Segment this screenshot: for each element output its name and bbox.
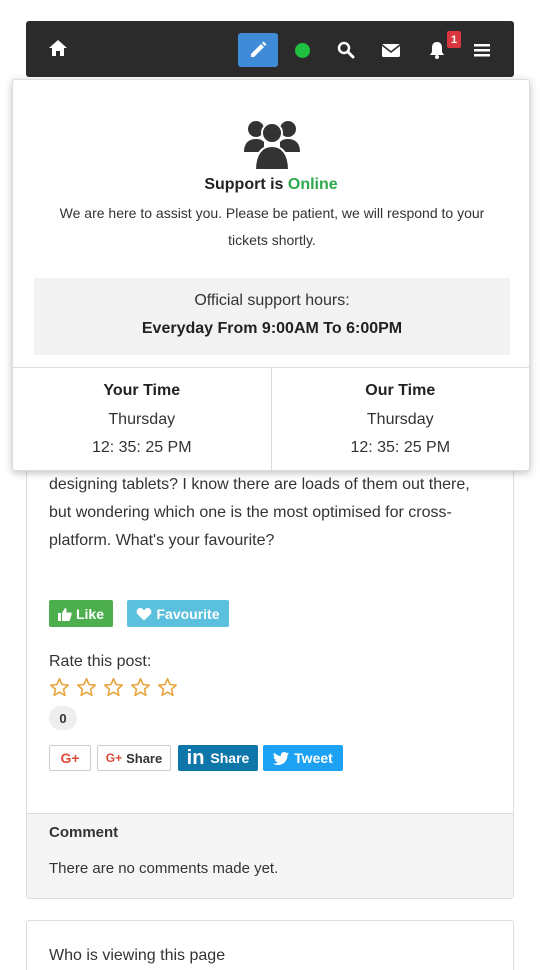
our-time-day: Thursday: [366, 411, 434, 428]
search-icon: [337, 41, 355, 59]
google-plus-button[interactable]: G+: [49, 745, 91, 771]
support-hours-value: Everyday From 9:00AM To 6:00PM: [141, 320, 403, 337]
menu-button[interactable]: [472, 33, 492, 67]
star-icon[interactable]: [157, 677, 178, 698]
notifications-button[interactable]: [426, 33, 448, 67]
support-status-popup: Support is Online We are here to assist …: [12, 79, 530, 471]
notification-badge: 1: [447, 31, 461, 48]
linkedin-share-label: Share: [210, 750, 250, 766]
favourite-label: Favourite: [156, 605, 220, 622]
your-time-day: Thursday: [108, 411, 176, 428]
home-icon[interactable]: [48, 38, 70, 60]
messages-button[interactable]: [380, 33, 402, 67]
like-label: Like: [75, 605, 104, 622]
users-group-icon: [244, 121, 300, 170]
your-time-clock: 12: 35: 25 PM: [91, 439, 192, 456]
who-is-viewing-title: Who is viewing this page: [49, 947, 226, 964]
top-navbar: 1: [26, 21, 514, 77]
star-icon[interactable]: [76, 677, 97, 698]
like-button[interactable]: Like: [49, 600, 113, 627]
post-body: designing tablets? I know there are load…: [49, 476, 470, 549]
time-comparison: Your Time Thursday 12: 35: 25 PM Our Tim…: [13, 367, 529, 471]
thumbs-up-icon: [57, 607, 72, 621]
support-hours-label: Official support hours:: [194, 292, 350, 309]
heart-icon: [137, 607, 152, 620]
who-is-viewing-card: Who is viewing this page: [26, 920, 514, 970]
post-card: designing tablets? I know there are load…: [26, 440, 514, 899]
no-comments-text: There are no comments made yet.: [49, 860, 279, 877]
support-message: We are here to assist you. Please be pat…: [59, 205, 485, 248]
star-icon[interactable]: [49, 677, 70, 698]
pencil-icon: [251, 41, 267, 57]
linkedin-icon: in: [186, 746, 205, 769]
star-icon[interactable]: [103, 677, 124, 698]
tweet-button[interactable]: Tweet: [263, 745, 343, 771]
your-time-column: Your Time Thursday 12: 35: 25 PM: [13, 368, 271, 471]
comment-title: Comment: [49, 824, 119, 841]
support-status-heading: Support is Online: [13, 176, 529, 194]
google-share-label: Share: [126, 750, 163, 766]
rate-label: Rate this post:: [49, 653, 152, 670]
menu-icon: [474, 44, 490, 57]
our-time-clock: 12: 35: 25 PM: [350, 439, 451, 456]
your-time-title: Your Time: [103, 382, 181, 399]
rating-count: 0: [49, 706, 77, 730]
our-time-column: Our Time Thursday 12: 35: 25 PM: [270, 368, 530, 471]
online-status-indicator[interactable]: [292, 33, 312, 67]
star-icon[interactable]: [130, 677, 151, 698]
support-hours-box: Official support hours: Everyday From 9:…: [34, 278, 510, 355]
our-time-title: Our Time: [365, 382, 436, 399]
envelope-icon: [381, 44, 401, 57]
linkedin-share-button[interactable]: in Share: [178, 745, 258, 771]
favourite-button[interactable]: Favourite: [127, 600, 229, 627]
support-status-prefix: Support is: [204, 176, 284, 193]
google-plus-share-button[interactable]: G+ Share: [97, 745, 171, 771]
tweet-label: Tweet: [294, 750, 333, 766]
twitter-icon: [273, 751, 290, 765]
bell-icon: [430, 42, 444, 59]
status-dot: [294, 42, 310, 58]
google-plus-icon: G+: [105, 751, 123, 765]
search-button[interactable]: [336, 33, 356, 67]
star-rating[interactable]: [49, 677, 178, 698]
comment-section: Comment There are no comments made yet.: [27, 813, 513, 898]
edit-button[interactable]: [238, 33, 278, 67]
support-status-value: Online: [287, 176, 338, 193]
